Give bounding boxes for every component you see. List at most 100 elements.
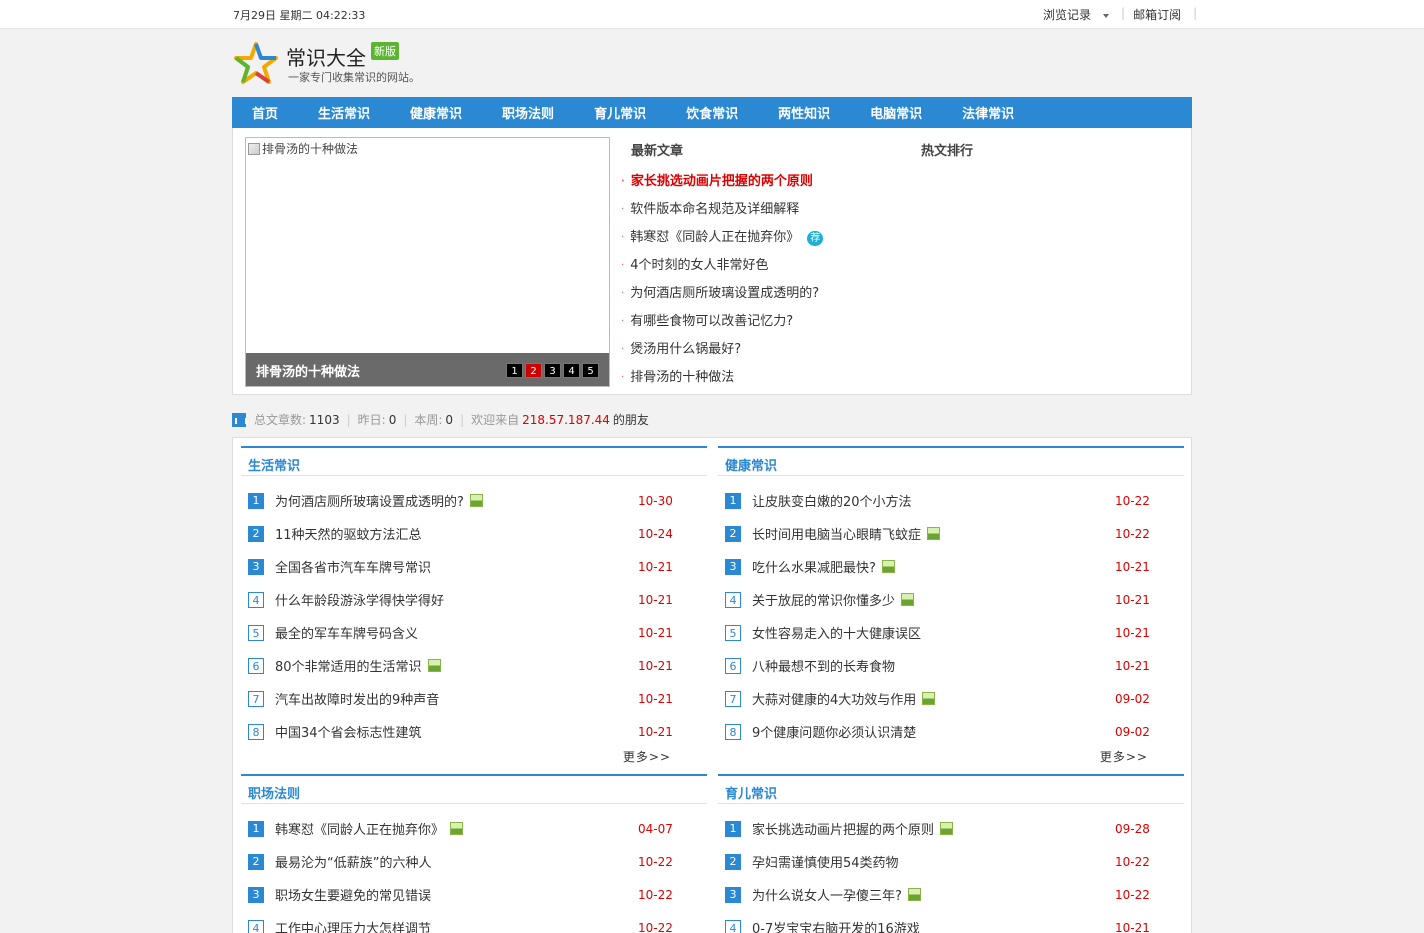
- subscribe-link[interactable]: 邮箱订阅: [1133, 6, 1189, 23]
- list-item[interactable]: 1 让皮肤变白嫩的20个小方法 10-22: [718, 484, 1184, 517]
- more-link[interactable]: 更多>>: [241, 748, 707, 766]
- list-item[interactable]: 1 为何酒店厕所玻璃设置成透明的? 10-30: [241, 484, 707, 517]
- article-date: 09-02: [1115, 724, 1150, 739]
- history-label: 浏览记录: [1043, 8, 1092, 22]
- article-title: 关于放屁的常识你懂多少: [752, 594, 896, 609]
- section-title[interactable]: 育儿常识: [718, 774, 1184, 804]
- total-count: 1103: [309, 412, 340, 427]
- list-item[interactable]: 2 最易沦为“低薪族”的六种人 10-22: [241, 845, 707, 878]
- list-item[interactable]: 7 大蒜对健康的4大功效与作用 09-02: [718, 682, 1184, 715]
- image-icon: [450, 822, 464, 835]
- bullet-icon: ·: [621, 344, 625, 355]
- latest-item[interactable]: · 为何酒店厕所玻璃设置成透明的?: [621, 280, 901, 308]
- list-item[interactable]: 3 吃什么水果减肥最快? 10-21: [718, 550, 1184, 583]
- list-item[interactable]: 8 9个健康问题你必须认识清楚 09-02: [718, 715, 1184, 748]
- latest-item[interactable]: · 煲汤用什么锅最好?: [621, 336, 901, 364]
- more-link[interactable]: 更多>>: [718, 748, 1184, 766]
- list-item[interactable]: 3 职场女生要避免的常见错误 10-22: [241, 878, 707, 911]
- latest-item[interactable]: · 有哪些食物可以改善记忆力?: [621, 308, 901, 336]
- recommended-badge: 荐: [807, 230, 824, 246]
- latest-item[interactable]: · 软件版本命名规范及详细解释: [621, 196, 901, 224]
- article-title: 最全的军车车牌号码含义: [275, 627, 419, 642]
- star-logo-icon: [234, 42, 278, 84]
- latest-item-text: 煲汤用什么锅最好?: [630, 342, 742, 357]
- latest-item-text: 为何酒店厕所玻璃设置成透明的?: [630, 286, 820, 301]
- rank-number: 7: [248, 690, 264, 707]
- article-date: 10-21: [1115, 625, 1150, 640]
- rank-number: 3: [248, 558, 264, 575]
- section-title-text: 生活常识: [248, 459, 301, 474]
- nav-item-workplace[interactable]: 职场法则: [502, 103, 554, 122]
- list-item[interactable]: 7 汽车出故障时发出的9种声音 10-21: [241, 682, 707, 715]
- article-date: 04-07: [638, 821, 673, 836]
- nav-item-relationships[interactable]: 两性知识: [778, 103, 830, 122]
- list-item[interactable]: 4 0-7岁宝宝右脑开发的16游戏 10-21: [718, 911, 1184, 933]
- nav-item-health[interactable]: 健康常识: [410, 103, 462, 122]
- site-title: 常识大全: [286, 46, 366, 70]
- article-title: 韩寒怼《同龄人正在抛弃你》: [275, 823, 445, 838]
- slider-page[interactable]: 2: [525, 363, 542, 378]
- total-label: 总文章数:: [254, 413, 307, 427]
- article-date: 10-21: [638, 625, 673, 640]
- section-title[interactable]: 健康常识: [718, 446, 1184, 476]
- list-item[interactable]: 1 家长挑选动画片把握的两个原则 09-28: [718, 812, 1184, 845]
- slider-page[interactable]: 1: [506, 363, 523, 378]
- nav-item-life[interactable]: 生活常识: [318, 103, 370, 122]
- nav-item-diet[interactable]: 饮食常识: [686, 103, 738, 122]
- nav-item-parenting[interactable]: 育儿常识: [594, 103, 646, 122]
- slider-caption-text: 排骨汤的十种做法: [256, 365, 361, 380]
- nav-item-computer[interactable]: 电脑常识: [870, 103, 922, 122]
- rank-number: 6: [725, 657, 741, 674]
- article-date: 10-22: [1115, 887, 1150, 902]
- article-date: 10-21: [638, 724, 673, 739]
- list-item[interactable]: 2 长时间用电脑当心眼睛飞蚊症 10-22: [718, 517, 1184, 550]
- nav-item-home[interactable]: 首页: [252, 103, 278, 122]
- article-date: 10-22: [638, 920, 673, 933]
- latest-item-text: 韩寒怼《同龄人正在抛弃你》: [630, 230, 800, 245]
- list-item[interactable]: 6 80个非常适用的生活常识 10-21: [241, 649, 707, 682]
- rank-number: 2: [725, 853, 741, 870]
- latest-item[interactable]: · 韩寒怼《同龄人正在抛弃你》荐: [621, 224, 901, 252]
- list-item[interactable]: 8 中国34个省会标志性建筑 10-21: [241, 715, 707, 748]
- bullet-icon: ·: [621, 176, 625, 187]
- article-title: 0-7岁宝宝右脑开发的16游戏: [752, 922, 920, 933]
- section-title[interactable]: 职场法则: [241, 774, 707, 804]
- friend-label: 的朋友: [612, 413, 649, 427]
- article-date: 09-28: [1115, 821, 1150, 836]
- list-item[interactable]: 3 为什么说女人一孕傻三年? 10-22: [718, 878, 1184, 911]
- list-item[interactable]: 2 11种天然的驱蚊方法汇总 10-24: [241, 517, 707, 550]
- section-title[interactable]: 生活常识: [241, 446, 707, 476]
- slider-page[interactable]: 5: [582, 363, 599, 378]
- article-title: 让皮肤变白嫩的20个小方法: [752, 495, 912, 510]
- article-date: 10-22: [638, 854, 673, 869]
- history-link[interactable]: 浏览记录: [1043, 6, 1117, 23]
- list-item[interactable]: 3 全国各省市汽车车牌号常识 10-21: [241, 550, 707, 583]
- list-item[interactable]: 1 韩寒怼《同龄人正在抛弃你》 04-07: [241, 812, 707, 845]
- latest-item[interactable]: · 家长挑选动画片把握的两个原则: [621, 168, 901, 196]
- list-item[interactable]: 4 工作中心理压力大怎样调节 10-22: [241, 911, 707, 933]
- divider: |: [460, 412, 465, 427]
- list-item[interactable]: 2 孕妇需谨慎使用54类药物 10-22: [718, 845, 1184, 878]
- section-workplace: 职场法则 1 韩寒怼《同龄人正在抛弃你》 04-07 2 最易沦为“低薪族”的六种人 1…: [241, 774, 707, 933]
- article-title: 孕妇需谨慎使用54类药物: [752, 856, 899, 871]
- list-item[interactable]: 4 什么年龄段游泳学得快学得好 10-21: [241, 583, 707, 616]
- nav-item-law[interactable]: 法律常识: [962, 103, 1014, 122]
- latest-item[interactable]: · 排骨汤的十种做法: [621, 364, 901, 392]
- slider-image[interactable]: 排骨汤的十种做法: [248, 140, 358, 157]
- latest-item[interactable]: · 4个时刻的女人非常好色: [621, 252, 901, 280]
- list-item[interactable]: 4 关于放屁的常识你懂多少 10-21: [718, 583, 1184, 616]
- bullet-icon: ·: [621, 260, 625, 271]
- slider-page[interactable]: 4: [563, 363, 580, 378]
- section-title-text: 育儿常识: [725, 787, 778, 802]
- slider-pager: 1 2 3 4 5: [506, 363, 599, 378]
- list-item[interactable]: 6 八种最想不到的长寿食物 10-21: [718, 649, 1184, 682]
- list-item[interactable]: 5 女性容易走入的十大健康误区 10-21: [718, 616, 1184, 649]
- rank-number: 2: [248, 853, 264, 870]
- image-slider[interactable]: 排骨汤的十种做法 排骨汤的十种做法 1 2 3 4 5: [245, 137, 610, 387]
- feature-panel: 排骨汤的十种做法 排骨汤的十种做法 1 2 3 4 5 最新文章 · 家长挑选动画…: [232, 128, 1192, 395]
- section-title-text: 职场法则: [248, 787, 301, 802]
- article-title: 女性容易走入的十大健康误区: [752, 627, 922, 642]
- article-date: 10-21: [1115, 559, 1150, 574]
- list-item[interactable]: 5 最全的军车车牌号码含义 10-21: [241, 616, 707, 649]
- slider-page[interactable]: 3: [544, 363, 561, 378]
